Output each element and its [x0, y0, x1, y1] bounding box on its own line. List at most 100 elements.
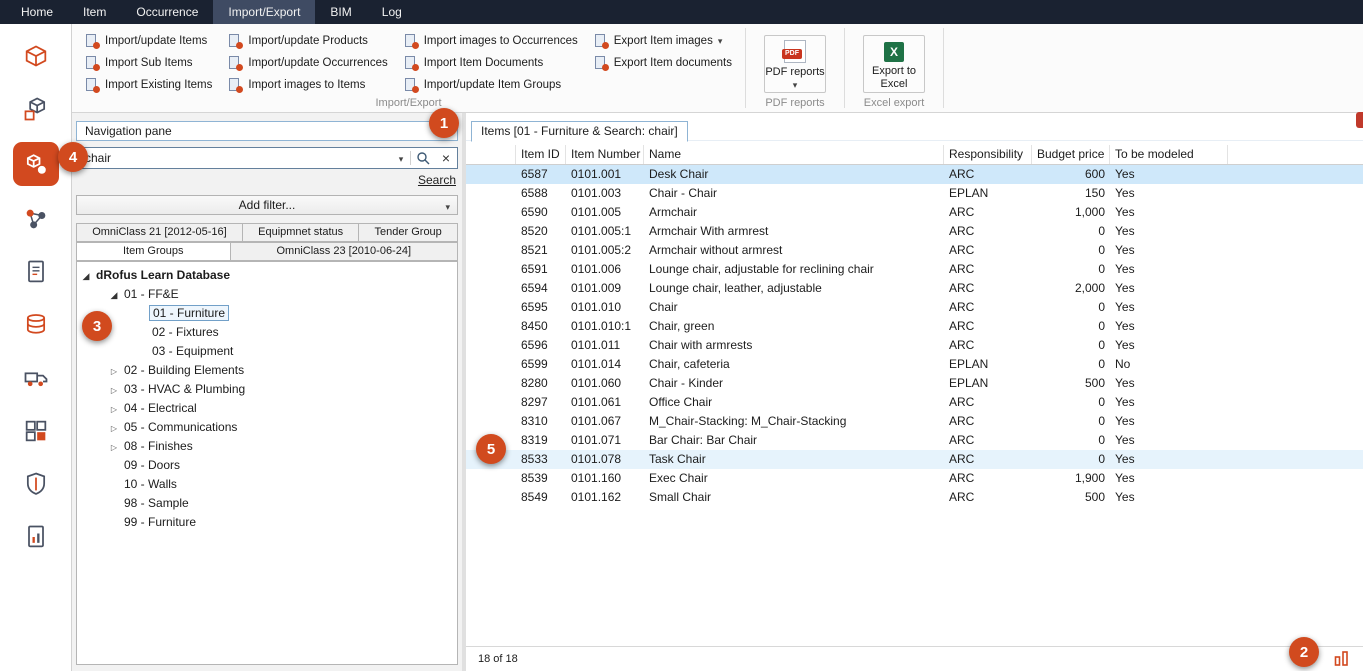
menu-tab[interactable]: BIM: [315, 0, 366, 24]
tree-item[interactable]: 08 - Finishes: [77, 436, 457, 455]
tree-item[interactable]: dRofus Learn Database: [77, 265, 457, 284]
relations-icon[interactable]: [13, 199, 59, 239]
tree-item[interactable]: 03 - HVAC & Plumbing: [77, 379, 457, 398]
annotation-badge-3: 3: [82, 311, 112, 341]
cell-to-be-modeled: Yes: [1110, 298, 1228, 317]
table-row[interactable]: 6587 0101.001 Desk Chair ARC 600 Yes: [466, 165, 1363, 184]
logistics-icon[interactable]: [13, 358, 59, 398]
table-row[interactable]: 8533 0101.078 Task Chair ARC 0 Yes: [466, 450, 1363, 469]
items-tab[interactable]: Items [01 - Furniture & Search: chair]: [471, 121, 688, 142]
tree-item[interactable]: 98 - Sample: [77, 493, 457, 512]
ribbon-button[interactable]: Import Existing Items: [82, 75, 215, 95]
column-gutter[interactable]: [466, 145, 516, 164]
column-item-number[interactable]: Item Number: [566, 145, 644, 164]
column-to-be-modeled[interactable]: To be modeled: [1110, 145, 1228, 164]
tree-expander-icon[interactable]: [107, 420, 121, 434]
nav-tab[interactable]: OmniClass 21 [2012-05-16]: [76, 223, 243, 242]
search-link[interactable]: Search: [418, 173, 456, 187]
reports-icon[interactable]: [13, 517, 59, 557]
table-row[interactable]: 8549 0101.162 Small Chair ARC 500 Yes: [466, 488, 1363, 507]
table-row[interactable]: 6594 0101.009 Lounge chair, leather, adj…: [466, 279, 1363, 298]
cell-budget-price: 500: [1032, 488, 1110, 507]
tree-item[interactable]: 04 - Electrical: [77, 398, 457, 417]
table-row[interactable]: 8280 0101.060 Chair - Kinder EPLAN 500 Y…: [466, 374, 1363, 393]
cell-to-be-modeled: Yes: [1110, 279, 1228, 298]
pdf-reports-button[interactable]: PDF PDF reports: [764, 35, 826, 93]
tree-item[interactable]: 01 - Furniture: [77, 303, 457, 322]
sub-items-icon[interactable]: [13, 89, 59, 129]
nav-tab[interactable]: Equipmnet status: [243, 223, 359, 242]
tree-expander-icon[interactable]: [107, 363, 121, 377]
table-row[interactable]: 8310 0101.067 M_Chair-Stacking: M_Chair-…: [466, 412, 1363, 431]
clear-search-icon[interactable]: ×: [435, 148, 457, 168]
cell-item-number: 0101.060: [566, 374, 644, 393]
column-budget-price[interactable]: Budget price: [1032, 145, 1110, 164]
table-row[interactable]: 6590 0101.005 Armchair ARC 1,000 Yes: [466, 203, 1363, 222]
cell-gutter: [466, 488, 516, 507]
cell-responsibility: ARC: [944, 431, 1032, 450]
table-row[interactable]: 6599 0101.014 Chair, cafeteria EPLAN 0 N…: [466, 355, 1363, 374]
tree-expander-icon[interactable]: [107, 287, 121, 301]
ribbon-button[interactable]: Import/update Products: [225, 31, 390, 51]
search-icon[interactable]: [411, 151, 435, 165]
table-row[interactable]: 8297 0101.061 Office Chair ARC 0 Yes: [466, 393, 1363, 412]
chevron-down-icon[interactable]: [392, 151, 410, 165]
tree-item[interactable]: 05 - Communications: [77, 417, 457, 436]
ribbon-button[interactable]: Export Item images: [591, 31, 735, 51]
tree-expander-icon[interactable]: [107, 401, 121, 415]
cell-item-id: 8539: [516, 469, 566, 488]
ribbon-button[interactable]: Import Item Documents: [401, 53, 581, 73]
security-icon[interactable]: [13, 464, 59, 504]
menu-tab[interactable]: Item: [68, 0, 121, 24]
cell-item-number: 0101.005: [566, 203, 644, 222]
nav-tab[interactable]: Tender Group: [359, 223, 458, 242]
tree-item[interactable]: 03 - Equipment: [77, 341, 457, 360]
table-row[interactable]: 6595 0101.010 Chair ARC 0 Yes: [466, 298, 1363, 317]
table-row[interactable]: 8539 0101.160 Exec Chair ARC 1,900 Yes: [466, 469, 1363, 488]
occurrences-icon[interactable]: [13, 142, 59, 186]
export-to-excel-button[interactable]: X Export to Excel: [863, 35, 925, 93]
search-value[interactable]: chair: [77, 151, 392, 165]
systems-icon[interactable]: [13, 411, 59, 451]
nav-tab[interactable]: Item Groups: [76, 242, 231, 261]
table-row[interactable]: 8450 0101.010:1 Chair, green ARC 0 Yes: [466, 317, 1363, 336]
table-row[interactable]: 6591 0101.006 Lounge chair, adjustable f…: [466, 260, 1363, 279]
table-row[interactable]: 8521 0101.005:2 Armchair without armrest…: [466, 241, 1363, 260]
add-filter-dropdown[interactable]: Add filter...: [76, 195, 458, 215]
chart-icon[interactable]: [1333, 649, 1351, 670]
tree-item[interactable]: 09 - Doors: [77, 455, 457, 474]
tree-expander-icon[interactable]: [107, 382, 121, 396]
documents-icon[interactable]: [13, 252, 59, 292]
tree-item[interactable]: 10 - Walls: [77, 474, 457, 493]
tree-item[interactable]: 02 - Building Elements: [77, 360, 457, 379]
column-item-id[interactable]: Item ID: [516, 145, 566, 164]
tree-expander-icon[interactable]: [79, 268, 93, 282]
tree-expander-icon[interactable]: [107, 439, 121, 453]
column-name[interactable]: Name: [644, 145, 944, 164]
menu-tab[interactable]: Home: [6, 0, 68, 24]
items-cube-icon[interactable]: [13, 36, 59, 76]
column-responsibility[interactable]: Responsibility: [944, 145, 1032, 164]
menu-tab[interactable]: Log: [367, 0, 417, 24]
ribbon-button[interactable]: Import Sub Items: [82, 53, 215, 73]
search-input[interactable]: chair ×: [76, 147, 458, 169]
ribbon-button[interactable]: Import/update Occurrences: [225, 53, 390, 73]
ribbon-button[interactable]: Import images to Occurrences: [401, 31, 581, 51]
ribbon-button[interactable]: Import images to Items: [225, 75, 390, 95]
table-row[interactable]: 6596 0101.011 Chair with armrests ARC 0 …: [466, 336, 1363, 355]
menu-tab[interactable]: Occurrence: [121, 0, 213, 24]
nav-tab[interactable]: OmniClass 23 [2010-06-24]: [231, 242, 459, 261]
table-row[interactable]: 8520 0101.005:1 Armchair With armrest AR…: [466, 222, 1363, 241]
ribbon-button[interactable]: Export Item documents: [591, 53, 735, 73]
table-row[interactable]: 6588 0101.003 Chair - Chair EPLAN 150 Ye…: [466, 184, 1363, 203]
tree-item[interactable]: 01 - FF&E: [77, 284, 457, 303]
cell-item-id: 6590: [516, 203, 566, 222]
tree-item[interactable]: 99 - Furniture: [77, 512, 457, 531]
cell-filler: [1228, 317, 1363, 336]
table-row[interactable]: 8319 0101.071 Bar Chair: Bar Chair ARC 0…: [466, 431, 1363, 450]
menu-tab[interactable]: Import/Export: [213, 0, 315, 24]
ribbon-button[interactable]: Import/update Items: [82, 31, 215, 51]
tree-item[interactable]: 02 - Fixtures: [77, 322, 457, 341]
ribbon-button[interactable]: Import/update Item Groups: [401, 75, 581, 95]
finance-icon[interactable]: [13, 305, 59, 345]
